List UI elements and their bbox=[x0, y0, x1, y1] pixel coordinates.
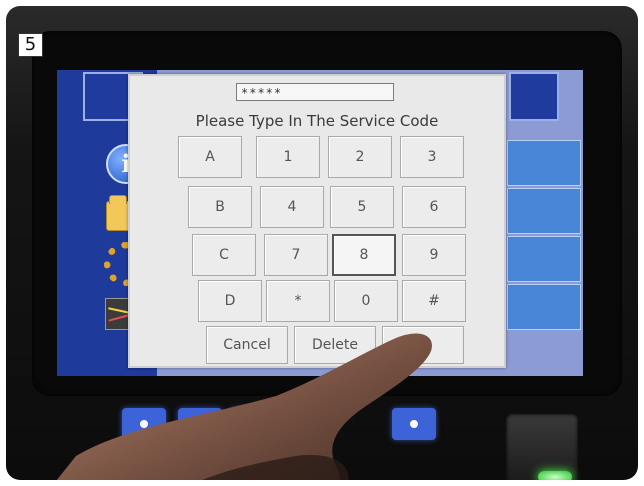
dialog-prompt: Please Type In The Service Code bbox=[195, 112, 439, 130]
key-4[interactable]: 4 bbox=[260, 186, 324, 228]
right-tab-2[interactable] bbox=[507, 188, 581, 234]
status-led bbox=[538, 471, 572, 480]
key-5[interactable]: 5 bbox=[330, 186, 394, 228]
photo-frame: i ***** Please Type In The Service Code bbox=[6, 6, 638, 480]
key-b[interactable]: B bbox=[188, 186, 252, 228]
key-7[interactable]: 7 bbox=[264, 234, 328, 276]
right-tab-3[interactable] bbox=[507, 236, 581, 282]
code-input[interactable]: ***** bbox=[236, 83, 394, 101]
key-1[interactable]: 1 bbox=[256, 136, 320, 178]
step-badge: 5 bbox=[18, 33, 43, 57]
key-c[interactable]: C bbox=[192, 234, 256, 276]
top-right-tile[interactable] bbox=[509, 72, 559, 121]
right-tab-4[interactable] bbox=[507, 284, 581, 330]
key-a[interactable]: A bbox=[178, 136, 242, 178]
key-8[interactable]: 8 bbox=[332, 234, 396, 276]
key-2[interactable]: 2 bbox=[328, 136, 392, 178]
key-3[interactable]: 3 bbox=[400, 136, 464, 178]
pointing-hand bbox=[56, 333, 432, 480]
right-tabs bbox=[507, 140, 583, 370]
right-tab-1[interactable] bbox=[507, 140, 581, 186]
key-9[interactable]: 9 bbox=[402, 234, 466, 276]
key-6[interactable]: 6 bbox=[402, 186, 466, 228]
